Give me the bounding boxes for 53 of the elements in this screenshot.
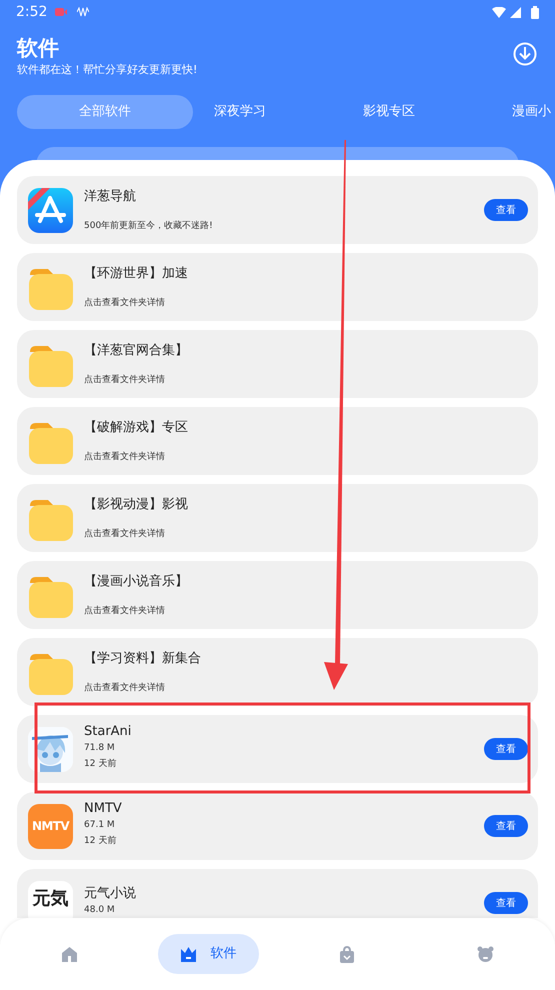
view-button[interactable]: 查看 [484,738,528,760]
status-time: 2:52 [16,2,48,22]
item-title: 【环游世界】加速 [84,265,188,283]
list-item[interactable]: 【破解游戏】专区 点击查看文件夹详情 [17,407,538,475]
home-icon [60,946,78,962]
item-title: 【学习资料】新集合 [84,650,201,668]
item-title: 【漫画小说音乐】 [84,573,188,591]
list-item[interactable]: 【洋葱官网合集】 点击查看文件夹详情 [17,330,538,398]
app-name: NMTV [84,800,122,816]
app-size: 67.1 M [84,818,116,832]
page-title: 软件 [17,35,60,62]
item-subtitle: 点击查看文件夹详情 [84,296,166,310]
bag-icon [338,946,355,962]
item-subtitle: 点击查看文件夹详情 [84,374,166,386]
app-size: 71.8 M [84,742,116,754]
item-title: 【影视动漫】影视 [84,496,188,514]
app-logo: NMTV [28,804,73,848]
cell-signal-icon [510,6,521,18]
battery-icon [531,6,539,18]
view-button[interactable]: 查看 [484,892,528,914]
app-logo: 元気 [28,880,73,918]
list-item[interactable]: 【漫画小说音乐】 点击查看文件夹详情 [17,561,538,629]
list-item[interactable]: 【影视动漫】影视 点击查看文件夹详情 [17,484,538,552]
crown-icon [180,946,197,962]
list-item[interactable]: NMTV NMTV 67.1 M 12 天前 查看 [17,792,538,860]
item-title: 洋葱导航 [84,188,137,206]
item-subtitle: 500年前更新至今，收藏不迷路! [84,220,213,232]
view-button[interactable]: 查看 [484,199,528,221]
item-subtitle: 点击查看文件夹详情 [84,682,166,694]
list-item[interactable]: 【学习资料】新集合 点击查看文件夹详情 [17,638,538,706]
list-item[interactable]: 【环游世界】加速 点击查看文件夹详情 [17,253,538,321]
app-store-icon [28,188,73,232]
app-name: 元气小说 [84,886,136,902]
item-subtitle: 点击查看文件夹详情 [84,604,166,618]
item-subtitle: 点击查看文件夹详情 [84,528,166,540]
item-title: 【破解游戏】专区 [84,419,188,437]
app-age: 12 天前 [84,758,118,770]
item-subtitle: 点击查看文件夹详情 [84,450,166,464]
wifi-icon [492,6,506,18]
download-icon[interactable] [513,42,537,66]
app-name: StarAni [84,724,132,740]
list-item[interactable]: 元気 元气小说 48.0 M 查看 [17,869,538,918]
app-age: 12 天前 [84,834,118,848]
nav-tab[interactable]: 软件 [158,934,259,974]
app-size: 48.0 M [84,904,116,916]
signal-wave-icon [77,7,90,17]
recording-icon [55,8,68,16]
item-title: 【洋葱官网合集】 [84,342,188,360]
list-item[interactable]: 洋葱导航 500年前更新至今，收藏不迷路! 查看 [17,176,538,244]
face-icon [477,946,494,962]
view-button[interactable]: 查看 [484,815,528,837]
page-subtitle: 软件都在这！帮忙分享好友更新更快! [17,62,198,78]
list-item[interactable]: StarAni 71.8 M 12 天前 查看 [17,715,538,783]
